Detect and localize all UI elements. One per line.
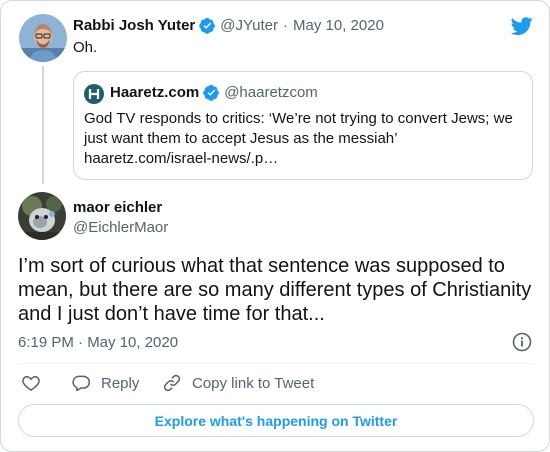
parent-date[interactable]: May 10, 2020 xyxy=(293,17,384,34)
quoted-tweet-header: Haaretz.com @haaretzcom xyxy=(110,84,318,101)
quoted-handle: @haaretzcom xyxy=(224,84,318,101)
main-text-line: mean, but there are so many different ty… xyxy=(18,279,532,301)
quoted-link[interactable]: haaretz.com/israel-news/.p… xyxy=(84,149,524,169)
parent-tweet-header: Rabbi Josh Yuter @JYuter · May 10, 2020 xyxy=(73,17,384,34)
info-icon[interactable] xyxy=(512,332,532,352)
quoted-text-line: just want them to accept Jesus as the me… xyxy=(84,130,398,147)
quoted-text-line: God TV responds to critics: ‘We’re not t… xyxy=(84,110,513,127)
parent-handle[interactable]: @JYuter xyxy=(220,17,278,34)
thread-connector-line xyxy=(42,66,44,184)
copy-link-button[interactable]: Copy link to Tweet xyxy=(162,373,314,393)
main-text-line: I’m sort of curious what that sentence w… xyxy=(18,255,505,277)
like-button[interactable] xyxy=(21,373,51,393)
speech-bubble-icon xyxy=(72,375,91,392)
avatar-rabbi-josh-yuter[interactable] xyxy=(19,14,67,62)
parent-tweet-text: Oh. xyxy=(73,39,98,56)
copy-link-label: Copy link to Tweet xyxy=(192,374,315,392)
tweet-timestamp[interactable]: 6:19 PM · May 10, 2020 xyxy=(18,334,178,351)
reply-label: Reply xyxy=(101,374,140,392)
twitter-bird-icon[interactable] xyxy=(510,15,534,37)
verified-badge-icon xyxy=(203,84,220,101)
avatar-maor-eichler[interactable] xyxy=(18,192,66,240)
embedded-tweet-card: Rabbi Josh Yuter @JYuter · May 10, 2020 … xyxy=(0,0,550,452)
main-handle[interactable]: @EichlerMaor xyxy=(73,219,168,236)
main-author-name[interactable]: maor eichler xyxy=(73,199,162,217)
explore-label: Explore what's happening on Twitter xyxy=(154,412,398,429)
divider xyxy=(18,363,534,364)
quoted-tweet-text: God TV responds to critics: ‘We’re not t… xyxy=(84,109,524,169)
dot-separator: · xyxy=(283,17,289,34)
explore-twitter-button[interactable]: Explore what's happening on Twitter xyxy=(18,404,534,437)
main-tweet-text: I’m sort of curious what that sentence w… xyxy=(18,254,538,326)
haaretz-logo-icon xyxy=(84,84,104,104)
verified-badge-icon xyxy=(199,17,216,34)
main-text-line: and I just don’t have time for that... xyxy=(18,303,325,325)
quoted-tweet[interactable]: Haaretz.com @haaretzcom God TV responds … xyxy=(73,71,533,180)
reply-button[interactable]: Reply xyxy=(71,373,139,393)
parent-author-name[interactable]: Rabbi Josh Yuter xyxy=(73,17,195,34)
quoted-author-name: Haaretz.com xyxy=(110,84,200,101)
link-icon xyxy=(163,374,181,392)
heart-icon xyxy=(22,375,40,391)
